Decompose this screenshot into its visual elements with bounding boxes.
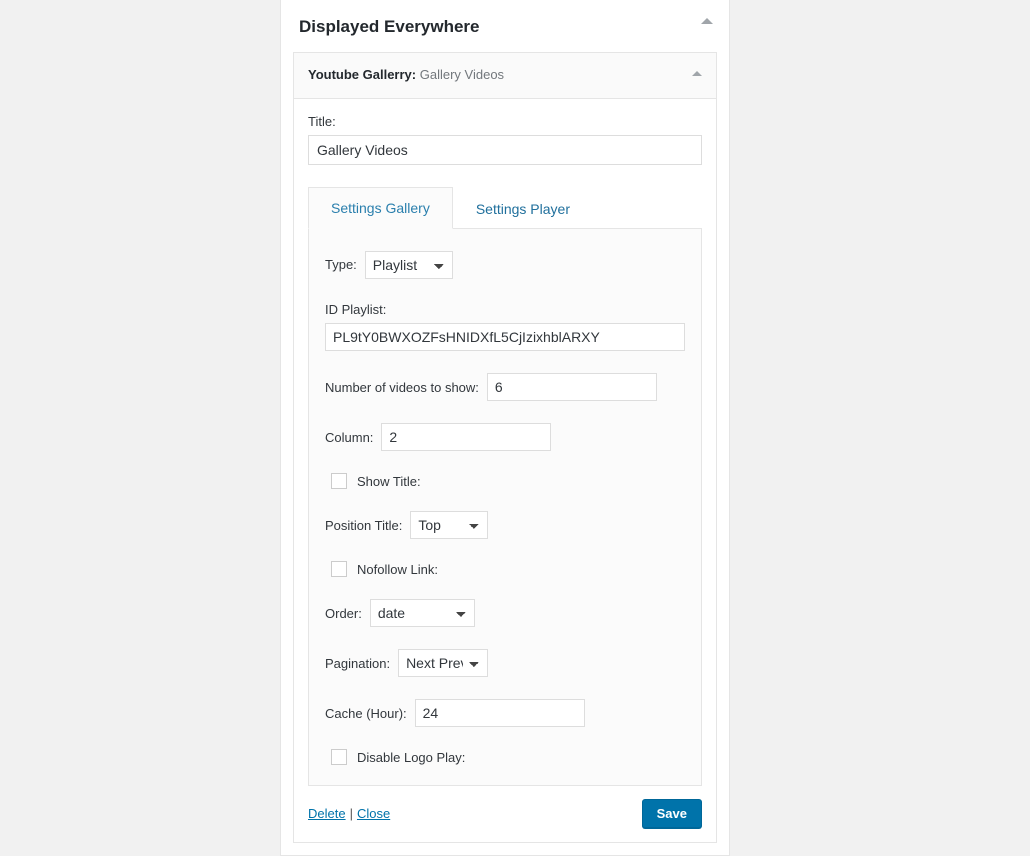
delete-link[interactable]: Delete (308, 806, 346, 821)
widget-footer: Delete | Close Save (294, 786, 716, 843)
position-title-select[interactable]: Top (410, 511, 489, 540)
widget-name: Youtube Gallerry: (308, 67, 417, 83)
settings-gallery-panel: Type: Playlist ID Playlist: Number of vi… (308, 227, 702, 787)
sidebar-collapse-triangle-up-icon[interactable] (701, 18, 713, 24)
close-link[interactable]: Close (357, 806, 390, 821)
widget-panel: Youtube Gallerry: Gallery Videos Title: … (293, 52, 717, 844)
widget-collapse-triangle-up-icon[interactable] (692, 71, 702, 77)
order-select[interactable]: date (369, 599, 475, 628)
show-title-checkbox[interactable] (331, 473, 347, 490)
field-row-pagination: Pagination: Next Prev (325, 649, 685, 678)
id-playlist-input[interactable] (325, 323, 685, 352)
cache-hour-label: Cache (Hour): (325, 705, 407, 721)
number-videos-input[interactable] (486, 373, 657, 402)
title-field-label: Title: (308, 113, 336, 129)
tab-settings-gallery[interactable]: Settings Gallery (308, 186, 453, 229)
field-row-cache-hour: Cache (Hour): (325, 699, 685, 728)
cache-hour-input[interactable] (414, 699, 585, 728)
sidebar-title: Displayed Everywhere (299, 17, 480, 36)
pagination-label: Pagination: (325, 655, 391, 671)
widget-body: Title: Settings Gallery Settings Player … (294, 99, 716, 787)
id-playlist-label: ID Playlist: (325, 301, 387, 317)
nofollow-link-checkbox[interactable] (331, 561, 347, 578)
field-row-nofollow-link: Nofollow Link: (325, 561, 685, 578)
footer-links: Delete | Close (308, 806, 390, 821)
type-label: Type: (325, 257, 357, 273)
field-row-type: Type: Playlist (325, 250, 685, 279)
field-row-show-title: Show Title: (325, 473, 685, 490)
settings-tabs: Settings Gallery Settings Player (308, 186, 702, 229)
field-row-disable-logo-play: Disable Logo Play: (325, 749, 685, 766)
field-row-order: Order: date (325, 599, 685, 628)
tab-settings-player[interactable]: Settings Player (453, 188, 593, 229)
footer-separator: | (349, 806, 353, 822)
disable-logo-play-label: Disable Logo Play: (357, 749, 466, 765)
pagination-select[interactable]: Next Prev (398, 649, 489, 678)
field-row-position-title: Position Title: Top (325, 511, 685, 540)
field-row-column: Column: (325, 423, 685, 452)
widgets-sidebar-area: Displayed Everywhere Youtube Gallerry: G… (280, 0, 730, 856)
nofollow-link-label: Nofollow Link: (357, 561, 438, 577)
show-title-label: Show Title: (357, 473, 421, 489)
widget-instance-title: Gallery Videos (419, 67, 505, 83)
column-input[interactable] (381, 423, 552, 452)
widget-header[interactable]: Youtube Gallerry: Gallery Videos (294, 53, 716, 99)
sidebar-header: Displayed Everywhere (281, 0, 729, 53)
position-title-label: Position Title: (325, 517, 403, 533)
column-label: Column: (325, 429, 374, 445)
disable-logo-play-checkbox[interactable] (331, 749, 347, 766)
title-input[interactable] (308, 134, 702, 165)
save-button[interactable]: Save (641, 799, 702, 829)
type-select[interactable]: Playlist (364, 250, 453, 279)
field-row-id-playlist: ID Playlist: (325, 301, 685, 352)
field-row-number-videos: Number of videos to show: (325, 373, 685, 402)
widget-header-title: Youtube Gallerry: Gallery Videos (308, 66, 686, 84)
number-videos-label: Number of videos to show: (325, 379, 479, 395)
order-label: Order: (325, 605, 362, 621)
